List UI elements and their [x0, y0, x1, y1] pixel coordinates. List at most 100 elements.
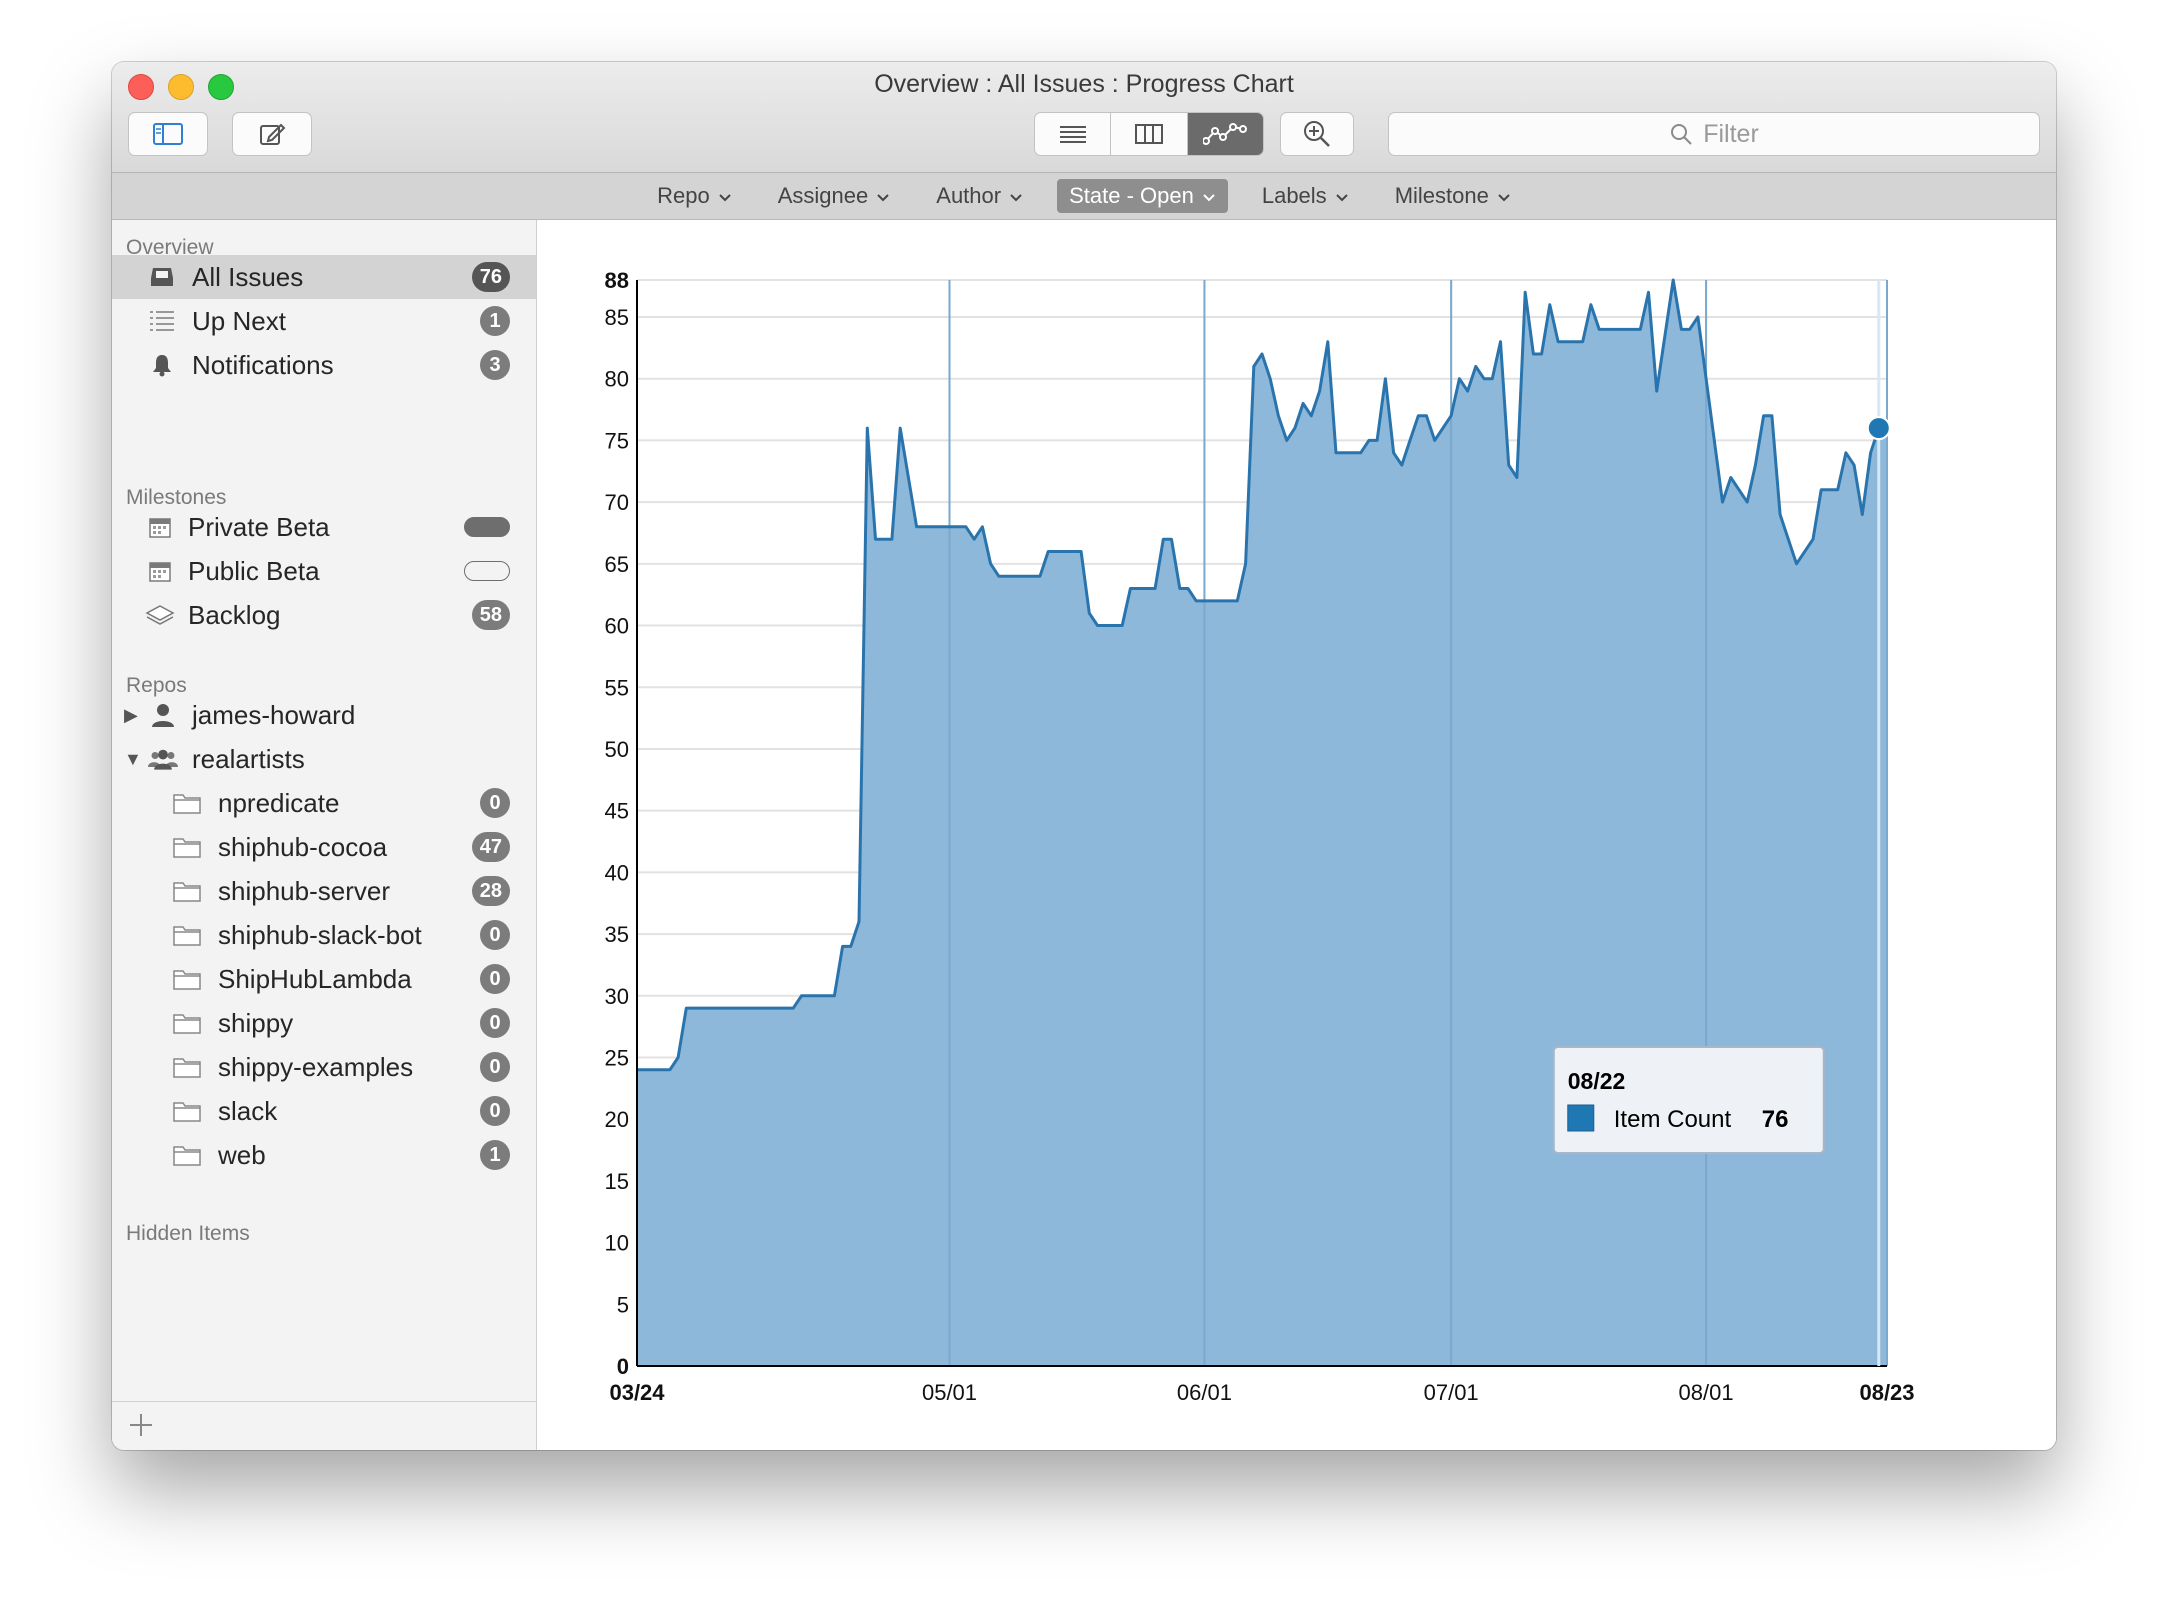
sidebar-item-npredicate[interactable]: npredicate 0: [112, 781, 536, 825]
columns-icon: [1134, 124, 1163, 144]
zoom-button[interactable]: [1280, 112, 1354, 156]
count-badge: 1: [480, 306, 510, 336]
sidebar-item-label: All Issues: [192, 261, 304, 292]
folder-icon: [172, 1096, 202, 1126]
sidebar-item-private-beta[interactable]: Private Beta: [112, 505, 536, 549]
y-tick-label: 40: [605, 860, 629, 885]
sidebar-item-james-howard[interactable]: ▶ james-howard: [112, 693, 536, 737]
count-badge: 0: [480, 1008, 510, 1038]
y-tick-label: 20: [605, 1107, 629, 1132]
sidebar-item-shiphublambda[interactable]: ShipHubLambda 0: [112, 957, 536, 1001]
y-tick-label: 25: [605, 1045, 629, 1070]
milestone-progress-pill: [464, 561, 510, 581]
sidebar-item-all-issues[interactable]: All Issues 76: [112, 255, 536, 299]
filter-milestone[interactable]: Milestone: [1383, 179, 1523, 213]
count-badge: 0: [480, 1052, 510, 1082]
columns-view-button[interactable]: [1111, 113, 1188, 155]
y-tick-label: 85: [605, 305, 629, 330]
y-tick-label: 35: [605, 922, 629, 947]
filter-repo[interactable]: Repo: [645, 179, 744, 213]
count-badge: 0: [480, 1096, 510, 1126]
calendar-icon: [145, 556, 175, 586]
filter-label: Repo: [657, 183, 710, 208]
chart-view-button[interactable]: [1187, 113, 1263, 155]
view-mode-segmented-control[interactable]: [1034, 112, 1264, 156]
title-bar: Overview : All Issues : Progress Chart F…: [112, 62, 2056, 173]
sidebar-item-label: shiphub-slack-bot: [218, 919, 422, 950]
sidebar-item-label: Up Next: [192, 305, 286, 336]
sidebar-item-up-next[interactable]: Up Next 1: [112, 299, 536, 343]
y-tick-label: 30: [605, 984, 629, 1009]
person-icon: [148, 700, 178, 730]
filter-label: Assignee: [777, 183, 869, 208]
sidebar-item-shiphub-cocoa[interactable]: shiphub-cocoa 47: [112, 825, 536, 869]
sidebar-footer: [112, 1401, 536, 1450]
sidebar-item-shippy-examples[interactable]: shippy-examples 0: [112, 1045, 536, 1089]
folder-icon: [172, 1052, 202, 1082]
series-area: [637, 280, 1887, 1366]
count-badge: 3: [480, 350, 510, 380]
sidebar-item-shippy[interactable]: shippy 0: [112, 1001, 536, 1045]
y-tick-label: 45: [605, 799, 629, 824]
x-tick-label: 07/01: [1424, 1380, 1479, 1405]
toggle-sidebar-button[interactable]: [128, 112, 208, 156]
filter-author[interactable]: Author: [924, 179, 1035, 213]
x-tick-label: 03/24: [609, 1380, 665, 1405]
filter-search-field[interactable]: Filter: [1388, 112, 2040, 156]
y-tick-label: 65: [605, 552, 629, 577]
sidebar-item-notifications[interactable]: Notifications 3: [112, 343, 536, 387]
new-issue-button[interactable]: [232, 112, 312, 156]
sidebar-item-label: Private Beta: [188, 511, 330, 542]
sidebar-item-label: shiphub-cocoa: [218, 831, 388, 862]
sidebar-item-label: Public Beta: [188, 555, 320, 586]
highlight-point[interactable]: [1866, 416, 1891, 441]
sidebar-item-backlog[interactable]: Backlog 58: [112, 593, 536, 637]
y-tick-label: 15: [605, 1169, 629, 1194]
count-badge: 76: [471, 262, 510, 292]
folder-icon: [172, 876, 202, 906]
sidebar-item-public-beta[interactable]: Public Beta: [112, 549, 536, 593]
count-badge: 47: [471, 832, 510, 862]
folder-icon: [172, 964, 202, 994]
app-window: Overview : All Issues : Progress Chart F…: [112, 62, 2056, 1450]
filter-state-open[interactable]: State - Open: [1057, 179, 1228, 213]
y-tick-label: 88: [605, 268, 629, 293]
chevron-down-icon: [1202, 183, 1216, 209]
sidebar-item-label: ShipHubLambda: [218, 963, 412, 994]
sidebar-item-label: shippy-examples: [218, 1051, 414, 1082]
filter-assignee[interactable]: Assignee: [766, 179, 903, 213]
disclosure-expanded-icon[interactable]: ▼: [124, 749, 142, 770]
group-icon: [148, 744, 178, 774]
progress-chart: 0 5 10 15 20 25 30 35 40 45 50 55 60 65 70 75 80 85 88 03/2…: [537, 220, 2056, 1450]
sidebar-item-slack[interactable]: slack 0: [112, 1089, 536, 1133]
chevron-down-icon: [876, 183, 890, 209]
y-tick-label: 60: [605, 614, 629, 639]
list-icon: [1059, 126, 1086, 143]
disclosure-collapsed-icon[interactable]: ▶: [124, 705, 138, 726]
list-icon: [147, 306, 177, 336]
x-tick-label: 05/01: [922, 1380, 977, 1405]
sidebar-item-web[interactable]: web 1: [112, 1133, 536, 1177]
sidebar-item-shiphub-slack-bot[interactable]: shiphub-slack-bot 0: [112, 913, 536, 957]
chevron-down-icon: [718, 183, 732, 209]
filter-label: Labels: [1261, 183, 1327, 208]
filter-labels[interactable]: Labels: [1250, 179, 1361, 213]
filter-bar: Repo Assignee Author State - Open Labels Mile…: [112, 173, 2056, 220]
sidebar-item-label: Backlog: [188, 599, 281, 630]
x-tick-label: 08/23: [1859, 1380, 1914, 1405]
y-tick-label: 55: [605, 675, 629, 700]
add-icon[interactable]: [128, 1412, 154, 1438]
compose-icon: [260, 123, 286, 145]
y-tick-label: 10: [605, 1231, 629, 1256]
line-chart-icon: [1203, 123, 1248, 145]
sidebar-item-realartists[interactable]: ▼ realartists: [112, 737, 536, 781]
window-title: Overview : All Issues : Progress Chart: [874, 70, 1294, 98]
folder-icon: [172, 1008, 202, 1038]
chevron-down-icon: [1497, 183, 1511, 209]
sidebar-item-shiphub-server[interactable]: shiphub-server 28: [112, 869, 536, 913]
chart-tooltip: 08/22 Item Count 76: [1552, 1046, 1825, 1154]
tooltip-swatch: [1567, 1104, 1595, 1132]
sidebar: Overview All Issues 76 Up Next 1 Notification…: [112, 220, 537, 1450]
progress-chart-svg: 0 5 10 15 20 25 30 35 40 45 50 55 60 65 70 75 80 85 88 03/2…: [605, 268, 1915, 1405]
list-view-button[interactable]: [1035, 113, 1112, 155]
